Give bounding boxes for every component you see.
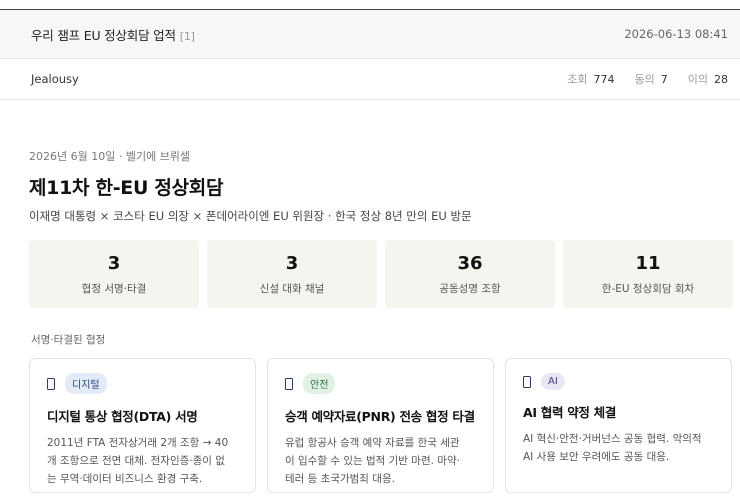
kpi-card: 3 협정 서명·타결: [29, 240, 199, 308]
kpi-value: 3: [107, 252, 121, 274]
card-desc-line: AI 사용 보안 우려에도 공동 대응.: [523, 451, 670, 463]
card-desc-line: 는 무역·데이터 비즈니스 환경 구축.: [47, 473, 203, 485]
card-description: 유럽 항공사 승객 예약 자료를 한국 세관 이 입수할 수 있는 법적 기반 …: [285, 434, 477, 488]
phone-icon: [285, 377, 293, 390]
card-description: AI 혁신·안전·거버넌스 공동 협력. 악의적 AI 사용 보안 우려에도 공…: [523, 430, 715, 466]
kpi-label: 한-EU 정상회담 회차: [601, 282, 695, 295]
kpi-card: 36 공동성명 조항: [385, 240, 555, 308]
views-count: 774: [593, 73, 615, 86]
author-name[interactable]: Jealousy: [31, 72, 79, 86]
phone-icon: [523, 375, 531, 388]
disagree-stat: 이의 28: [688, 71, 728, 87]
category-tag: AI: [541, 373, 565, 390]
kpi-value: 3: [285, 252, 299, 274]
card-desc-line: 테러 등 초국가범죄 대응.: [285, 473, 395, 485]
agreement-card-ai: AI AI 협력 약정 체결 AI 혁신·안전·거버넌스 공동 협력. 악의적 …: [505, 358, 732, 493]
card-title: AI 협력 약정 체결: [523, 405, 617, 420]
card-desc-line: 유럽 항공사 승객 예약 자료를 한국 세관: [285, 437, 460, 449]
card-desc-line: 개 조항으로 전면 대체. 전자인증·종이 없: [47, 455, 225, 467]
card-description: 2011년 FTA 전자상거래 2개 조항 → 40 개 조항으로 전면 대체.…: [47, 434, 239, 488]
views-stat: 조회 774: [567, 71, 614, 87]
kpi-card: 3 신설 대화 채널: [207, 240, 377, 308]
section-label: 서명·타결된 협정: [31, 334, 106, 346]
card-desc-line: AI 혁신·안전·거버넌스 공동 협력. 악의적: [523, 433, 702, 445]
card-tag-row: 디지털: [47, 373, 239, 394]
post-meta: Jealousy 조회 774 동의 7 이의 28: [0, 58, 740, 100]
agree-count: 7: [660, 73, 668, 86]
summit-subtitle: 이재명 대통령 × 코스타 EU 의장 × 폰데어라이엔 EU 위원장 · 한국…: [29, 209, 472, 223]
kpi-card: 11 한-EU 정상회담 회차: [563, 240, 733, 308]
agree-label: 동의: [634, 73, 655, 86]
agree-stat: 동의 7: [635, 71, 668, 87]
category-tag: 안전: [303, 373, 336, 394]
kpi-row: 3 협정 서명·타결 3 신설 대화 채널 36 공동성명 조항 11 한-EU…: [29, 240, 733, 308]
post-title[interactable]: 우리 잼프 EU 정상회담 업적 [1]: [31, 25, 195, 44]
kpi-value: 11: [635, 252, 661, 274]
summit-date-location: 2026년 6월 10일 · 벨기에 브뤼셀: [29, 150, 191, 163]
agreement-card-safety: 안전 승객 예약자료(PNR) 전송 협정 타결 유럽 항공사 승객 예약 자료…: [267, 358, 494, 493]
kpi-label: 신설 대화 채널: [259, 282, 325, 295]
card-desc-line: 이 입수할 수 있는 법적 기반 마련. 마약·: [285, 455, 460, 467]
phone-icon: [47, 377, 55, 390]
views-label: 조회: [567, 73, 588, 86]
card-title: 승객 예약자료(PNR) 전송 협정 타결: [285, 409, 475, 424]
post-title-text[interactable]: 우리 잼프 EU 정상회담 업적: [31, 28, 176, 43]
post-datetime: 2026-06-13 08:41: [624, 27, 728, 41]
card-title: 디지털 통상 협정(DTA) 서명: [47, 409, 198, 424]
post-header: 우리 잼프 EU 정상회담 업적 [1] 2026-06-13 08:41: [0, 9, 740, 58]
kpi-label: 협정 서명·타결: [81, 282, 147, 295]
disagree-label: 이의: [687, 73, 708, 86]
kpi-value: 36: [457, 252, 483, 274]
kpi-label: 공동성명 조항: [439, 282, 501, 295]
post-stats: 조회 774 동의 7 이의 28: [567, 71, 728, 87]
agreement-card-digital: 디지털 디지털 통상 협정(DTA) 서명 2011년 FTA 전자상거래 2개…: [29, 358, 256, 493]
comment-count[interactable]: [1]: [180, 30, 195, 43]
summit-title: 제11차 한-EU 정상회담: [29, 177, 224, 199]
card-desc-line: 2011년 FTA 전자상거래 2개 조항 → 40: [47, 437, 229, 449]
card-tag-row: 안전: [285, 373, 477, 394]
summit-info: 2026년 6월 10일 · 벨기에 브뤼셀 제11차 한-EU 정상회담 이재…: [29, 148, 729, 224]
category-tag: 디지털: [65, 373, 107, 394]
card-tag-row: AI: [523, 373, 715, 390]
disagree-count: 28: [714, 73, 728, 86]
agreement-cards: 디지털 디지털 통상 협정(DTA) 서명 2011년 FTA 전자상거래 2개…: [29, 358, 732, 493]
